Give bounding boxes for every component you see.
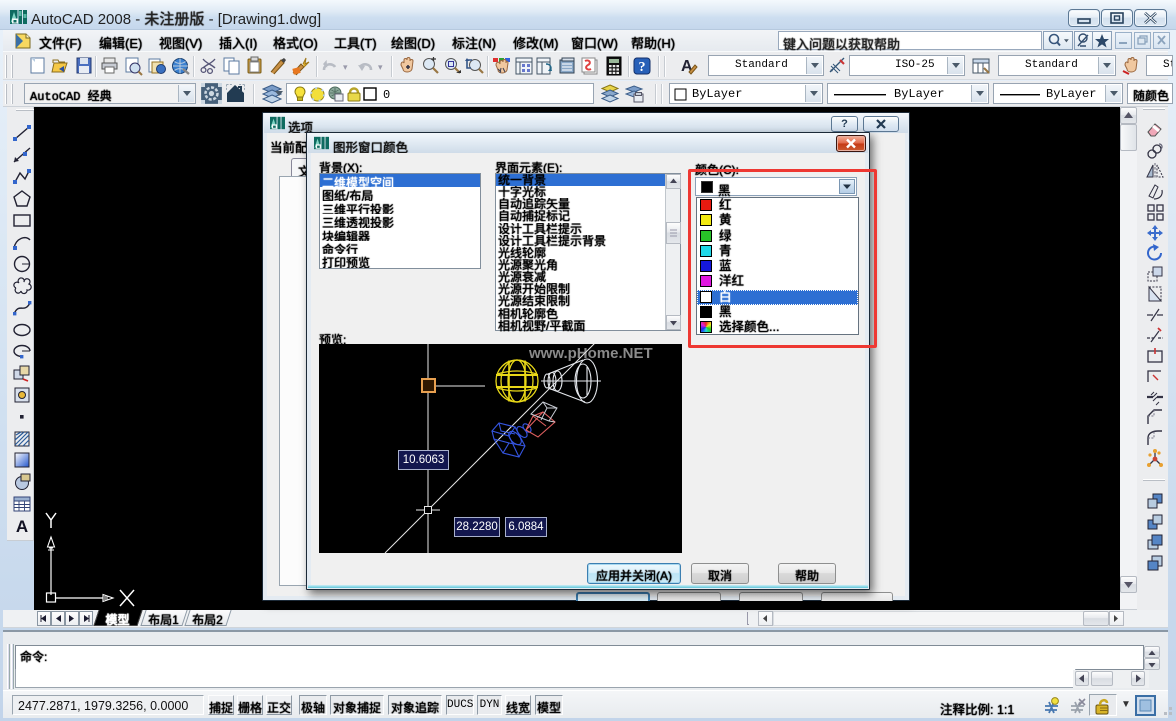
svg-text:A: A [16, 517, 28, 536]
svg-text:?: ? [639, 60, 646, 75]
